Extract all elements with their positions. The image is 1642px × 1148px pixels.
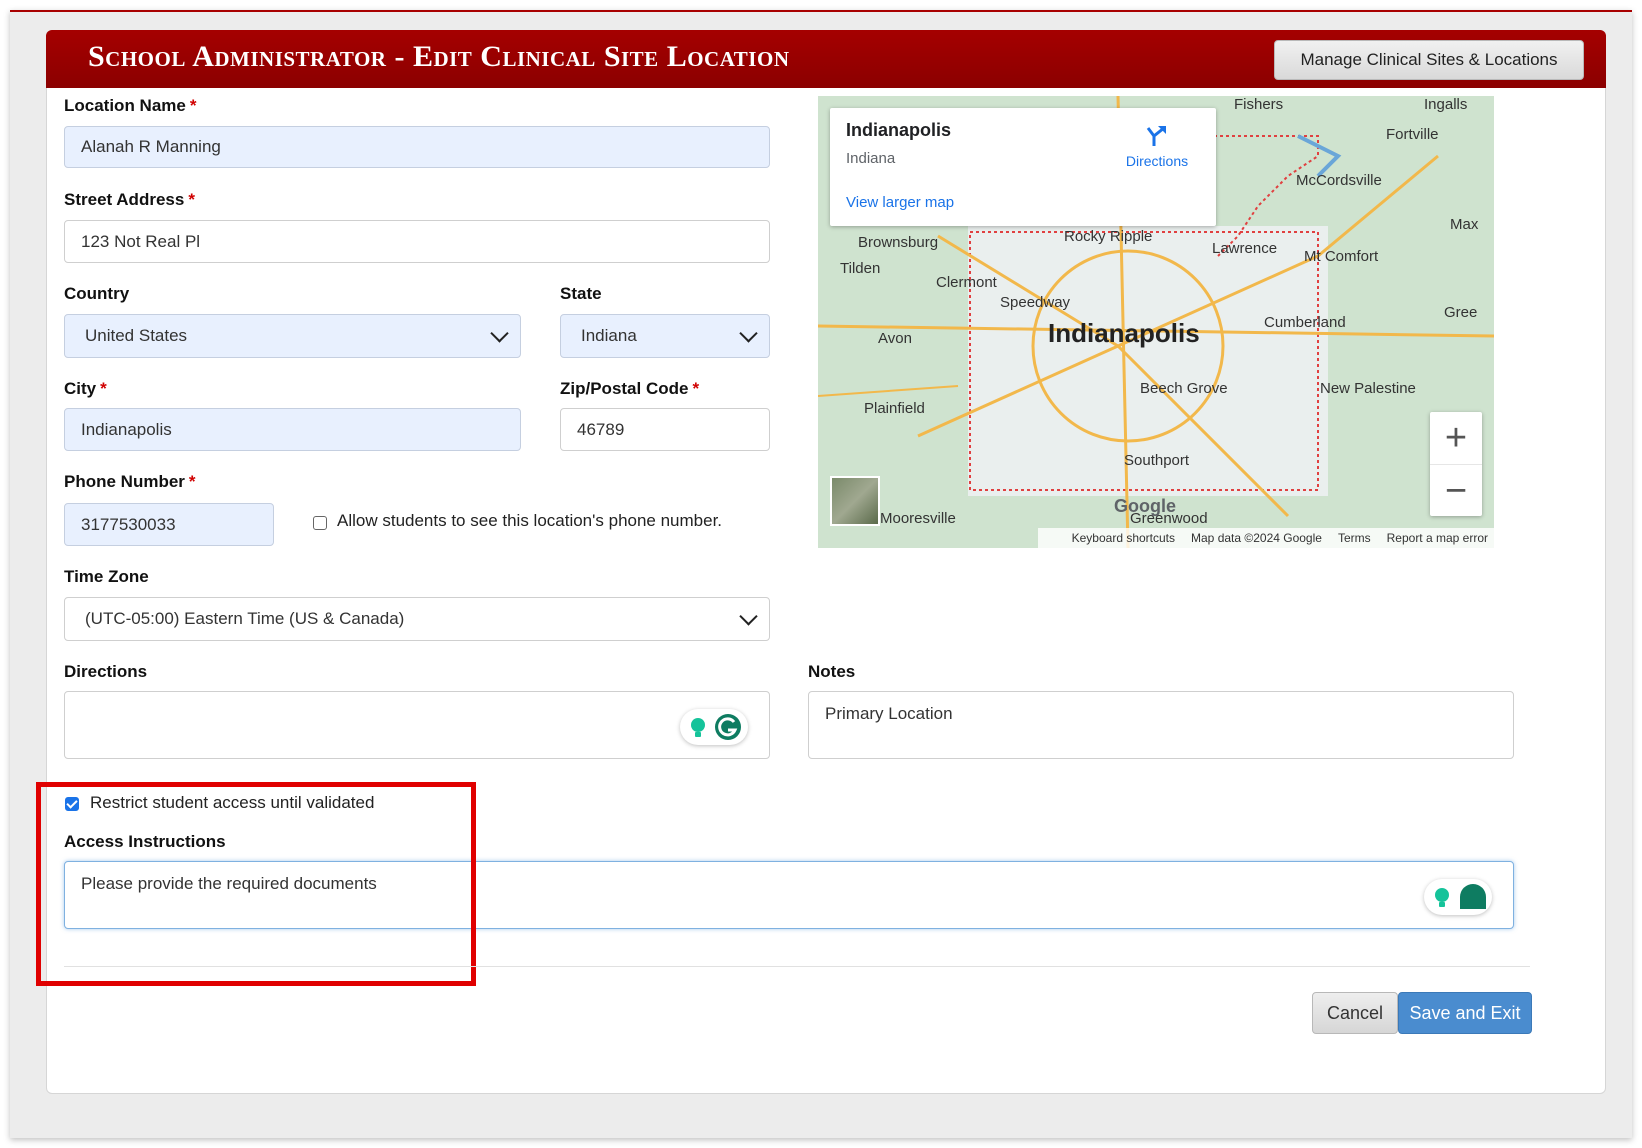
place-subtitle: Indiana <box>846 150 896 167</box>
page-title: School Administrator - Edit Clinical Sit… <box>88 40 790 73</box>
map-label: Fishers <box>1234 96 1284 113</box>
map-label: Southport <box>1124 452 1190 469</box>
map-label: Gree <box>1444 304 1478 321</box>
state-select[interactable]: Indiana <box>560 314 770 358</box>
directions-icon <box>1146 126 1166 146</box>
zoom-out-button[interactable]: − <box>1430 465 1482 517</box>
map-label: Lawrence <box>1212 240 1278 257</box>
directions-textarea[interactable] <box>64 691 770 759</box>
notes-textarea[interactable]: Primary Location <box>808 691 1514 759</box>
map-label: Max <box>1450 216 1479 233</box>
location-name-input[interactable]: Alanah R Manning <box>64 126 770 168</box>
chevron-down-icon <box>490 324 509 343</box>
country-value: United States <box>85 326 188 345</box>
google-logo: Google <box>1114 496 1176 516</box>
divider <box>64 966 1530 967</box>
grammarly-icon <box>691 714 741 740</box>
time-zone-select[interactable]: (UTC-05:00) Eastern Time (US & Canada) <box>64 597 770 641</box>
state-label: State <box>560 284 602 303</box>
grammarly-widget[interactable] <box>1424 879 1492 915</box>
notes-label: Notes <box>808 662 856 681</box>
city-input[interactable]: Indianapolis <box>64 408 521 451</box>
time-zone-label: Time Zone <box>64 567 149 586</box>
zoom-in-button[interactable]: + <box>1430 412 1482 465</box>
show-phone-checkbox[interactable] <box>313 516 327 530</box>
map-label: Fortville <box>1386 126 1439 143</box>
zip-label: Zip/Postal Code * <box>560 379 700 398</box>
country-label: Country <box>64 284 130 303</box>
map-footer: Keyboard shortcuts Map data ©2024 Google… <box>1038 528 1494 548</box>
map-label: Beech Grove <box>1140 380 1228 397</box>
city-label: City * <box>64 379 107 398</box>
map-label: McCordsville <box>1296 172 1382 189</box>
map-label: Tilden <box>840 260 881 277</box>
zoom-controls: + − <box>1430 412 1482 516</box>
map-label: Mooresville <box>880 510 956 527</box>
satellite-toggle[interactable] <box>830 476 880 526</box>
phone-label: Phone Number * <box>64 472 196 491</box>
map-label: Avon <box>878 330 912 347</box>
manage-sites-button[interactable]: Manage Clinical Sites & Locations <box>1274 40 1584 80</box>
map-info-card: Indianapolis Indiana View larger map Dir… <box>830 108 1216 226</box>
view-larger-map-link[interactable]: View larger map <box>846 194 954 211</box>
phone-input[interactable]: 3177530033 <box>64 503 274 546</box>
chevron-down-icon <box>739 607 758 626</box>
keyboard-shortcuts-link[interactable]: Keyboard shortcuts <box>1072 531 1175 545</box>
grammarly-icon <box>1435 884 1486 909</box>
show-phone-label: Allow students to see this location's ph… <box>337 511 723 530</box>
chevron-down-icon <box>739 324 758 343</box>
map-label: New Palestine <box>1320 380 1416 397</box>
map-label: Mt Comfort <box>1304 248 1379 265</box>
report-error-link[interactable]: Report a map error <box>1387 531 1488 545</box>
map-label: Brownsburg <box>858 234 939 251</box>
country-select[interactable]: United States <box>64 314 521 358</box>
place-title: Indianapolis <box>846 120 952 140</box>
terms-link[interactable]: Terms <box>1338 531 1371 545</box>
location-name-label: Location Name * <box>64 96 197 115</box>
state-value: Indiana <box>581 326 637 345</box>
map-city-label: Indianapolis <box>1048 318 1200 348</box>
highlight-box <box>36 782 476 986</box>
map-label: Cumberland <box>1264 314 1346 331</box>
location-map[interactable]: Fishers Ingalls Fortville McCordsville B… <box>818 96 1494 548</box>
save-and-exit-button[interactable]: Save and Exit <box>1398 992 1532 1034</box>
map-label: Speedway <box>1000 294 1071 311</box>
cancel-button[interactable]: Cancel <box>1312 992 1398 1034</box>
time-zone-value: (UTC-05:00) Eastern Time (US & Canada) <box>85 609 405 628</box>
directions-label: Directions <box>1125 153 1189 169</box>
grammarly-widget[interactable] <box>680 709 748 745</box>
map-label: Rocky Ripple <box>1064 228 1153 245</box>
map-label: Clermont <box>936 274 997 291</box>
directions-link[interactable]: Directions <box>1122 122 1192 169</box>
street-address-label: Street Address * <box>64 190 195 209</box>
map-data-text: Map data ©2024 Google <box>1191 531 1322 545</box>
map-label: Ingalls <box>1424 96 1468 113</box>
directions-label: Directions <box>64 662 148 681</box>
street-address-input[interactable]: 123 Not Real Pl <box>64 220 770 263</box>
zip-input[interactable]: 46789 <box>560 408 770 451</box>
map-label: Plainfield <box>864 400 925 417</box>
